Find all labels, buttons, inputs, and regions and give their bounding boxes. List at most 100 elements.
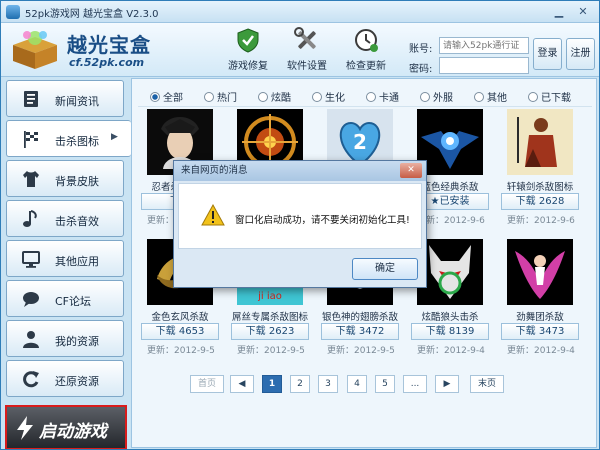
close-button[interactable]: ✕: [573, 3, 593, 20]
title-bar: 52pk游戏网 越光宝盒 V2.3.0 ▁ ✕: [1, 1, 599, 23]
check-update-button[interactable]: 检查更新: [331, 27, 401, 72]
dancer-thumbnail[interactable]: [507, 239, 573, 305]
register-button[interactable]: 注册: [566, 38, 595, 70]
minimize-button[interactable]: ▁: [549, 3, 569, 20]
filter-all[interactable]: 全部: [150, 89, 183, 104]
filter-label: 已下载: [541, 93, 571, 104]
sidebar-item-my-resources[interactable]: 我的资源: [6, 320, 124, 357]
download-label: 下载: [425, 326, 446, 337]
flag-icon: [24, 131, 38, 148]
card-name: 屌丝专属杀敌图标: [231, 312, 308, 323]
download-label: 下载: [515, 326, 536, 337]
launch-game-button[interactable]: 启动游戏: [5, 405, 127, 449]
download-label: 下载: [515, 196, 536, 207]
download-label: 下载: [335, 326, 356, 337]
card-name: 炫酷狼头击杀: [421, 312, 479, 323]
download-count: 2628: [538, 196, 565, 207]
filter-cool[interactable]: 炫酷: [258, 89, 291, 104]
update-date: 更新：2012-9-4: [417, 346, 485, 356]
sidebar-item-label: 背景皮肤: [55, 175, 99, 188]
launch-game-label: 启动游戏: [39, 422, 107, 442]
dialog-close-button[interactable]: ✕: [400, 163, 422, 178]
logo-title: 越光宝盒: [67, 33, 151, 57]
download-button[interactable]: 下载 2628: [501, 193, 579, 210]
card-name: 轩辕剑杀敌图标: [506, 182, 574, 193]
card-name: 金色玄风杀敌: [151, 312, 209, 323]
filter-downloaded[interactable]: 已下载: [528, 89, 571, 104]
download-button[interactable]: 下载 3472: [321, 323, 399, 340]
dialog-title: 来自网页的消息: [174, 161, 426, 181]
radio-icon: [420, 92, 430, 102]
sidebar-item-other-apps[interactable]: 其他应用: [6, 240, 124, 277]
user-icon: [23, 331, 39, 348]
tools-icon: [294, 27, 316, 49]
news-icon: [24, 91, 38, 107]
sidebar: 新闻资讯 击杀图标 ▶ 背景皮肤 击杀音效 其他应用 CF论坛 我的资源 还原资…: [1, 78, 131, 449]
update-date: 更新：2012-9-6: [507, 216, 575, 226]
download-button[interactable]: 下载 2623: [231, 323, 309, 340]
filter-foreign[interactable]: 外服: [420, 89, 453, 104]
download-count: 2623: [268, 326, 295, 337]
filter-other[interactable]: 其他: [474, 89, 507, 104]
download-button[interactable]: 下载 3473: [501, 323, 579, 340]
clock-icon: [355, 29, 378, 52]
filter-label: 炫酷: [271, 93, 291, 104]
download-label: 下载: [245, 326, 266, 337]
page-button[interactable]: 1: [262, 375, 282, 393]
filter-bar: 全部 热门 炫酷 生化 卡通 外服 其他 已下载: [138, 85, 592, 107]
sidebar-item-news[interactable]: 新闻资讯: [6, 80, 124, 117]
page-button[interactable]: 3: [318, 375, 338, 393]
page-button[interactable]: 2: [290, 375, 310, 393]
last-page-button[interactable]: 末页: [470, 375, 504, 393]
music-icon: [23, 210, 37, 227]
filter-label: 卡通: [379, 93, 399, 104]
filter-biochem[interactable]: 生化: [312, 89, 345, 104]
account-label: 账号:: [409, 44, 433, 55]
download-button[interactable]: 下载 4653: [141, 323, 219, 340]
sidebar-item-label: 还原资源: [55, 375, 99, 388]
prev-page-button[interactable]: ◀: [230, 375, 254, 393]
login-button[interactable]: 登录: [533, 38, 562, 70]
download-count: 3473: [538, 326, 565, 337]
page-button[interactable]: 4: [347, 375, 367, 393]
next-page-button[interactable]: ▶: [435, 375, 459, 393]
filter-label: 其他: [487, 93, 507, 104]
card-name: 银色神的翅膀杀敌: [321, 312, 398, 323]
warning-icon: [201, 204, 225, 226]
account-input[interactable]: [439, 37, 529, 54]
warrior-thumbnail[interactable]: [507, 109, 573, 175]
first-page-button[interactable]: 首页: [190, 375, 224, 393]
lightning-icon: [17, 416, 33, 440]
update-date: 更新：2012-9-5: [237, 346, 305, 356]
sidebar-item-forum[interactable]: CF论坛: [6, 280, 124, 317]
update-date: 更新：2012-9-4: [507, 346, 575, 356]
sidebar-item-sounds[interactable]: 击杀音效: [6, 200, 124, 237]
download-count: 4653: [178, 326, 205, 337]
radio-icon: [366, 92, 376, 102]
app-icon: [6, 5, 20, 19]
download-button[interactable]: 下载 8139: [411, 323, 489, 340]
card-name: 劲舞团杀敌: [516, 312, 564, 323]
logo-subtitle: cf.52pk.com: [69, 56, 145, 69]
password-input[interactable]: [439, 57, 529, 74]
filter-cartoon[interactable]: 卡通: [366, 89, 399, 104]
message-dialog: 来自网页的消息 ✕ 窗口化启动成功，请不要关闭初始化工具! 确定: [173, 160, 427, 288]
dialog-body: 窗口化启动成功，请不要关闭初始化工具!: [178, 183, 422, 249]
ok-button[interactable]: 确定: [352, 258, 418, 280]
window-title: 52pk游戏网 越光宝盒 V2.3.0: [25, 9, 159, 20]
radio-icon: [528, 92, 538, 102]
header: 越光宝盒 cf.52pk.com 游戏修复 软件设置 检查更新 账号: 请输入5…: [1, 23, 599, 77]
filter-label: 生化: [325, 93, 345, 104]
thumbnail-text: ji iao: [257, 291, 282, 302]
filter-hot[interactable]: 热门: [204, 89, 237, 104]
radio-icon: [258, 92, 268, 102]
shirt-icon: [23, 171, 39, 187]
dialog-message: 窗口化启动成功，请不要关闭初始化工具!: [235, 215, 410, 226]
sidebar-item-kill-icons[interactable]: 击杀图标 ▶: [6, 120, 131, 157]
sidebar-item-restore[interactable]: 还原资源: [6, 360, 124, 397]
page-button[interactable]: 5: [375, 375, 395, 393]
update-date: 更新：2012-9-6: [417, 216, 485, 226]
sidebar-item-skins[interactable]: 背景皮肤: [6, 160, 124, 197]
filter-label: 外服: [433, 93, 453, 104]
restore-icon: [23, 371, 39, 388]
